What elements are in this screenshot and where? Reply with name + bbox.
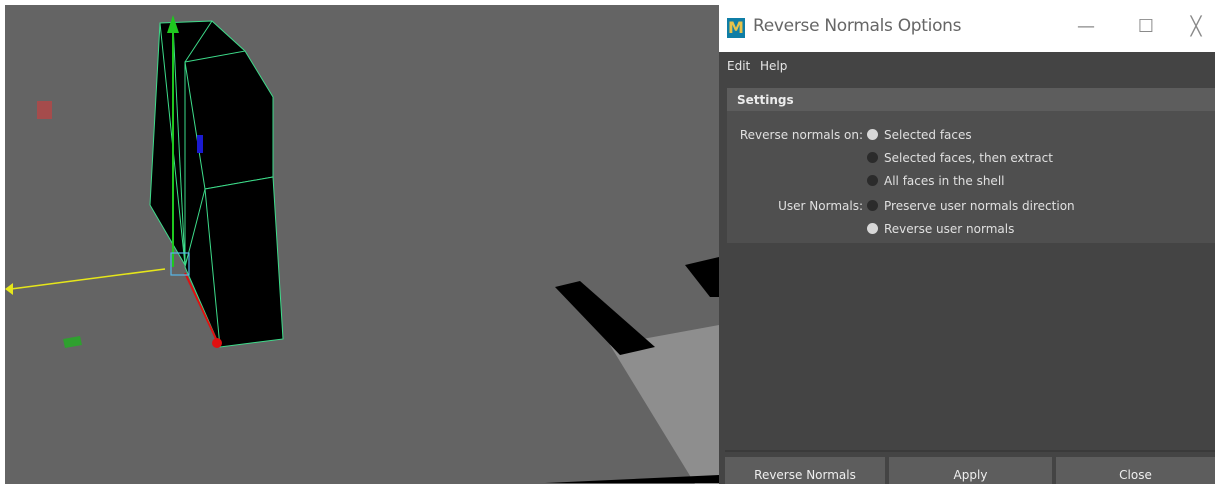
maya-logo-icon: M: [727, 18, 745, 38]
separator: [725, 450, 1215, 452]
user-normals-label: User Normals:: [778, 199, 863, 213]
reverse-normals-button[interactable]: Reverse Normals: [725, 457, 885, 484]
menu-bar: Edit Help: [719, 52, 1215, 82]
reverse-normals-on-label: Reverse normals on:: [739, 128, 863, 142]
radio-reverse-user-normals[interactable]: [867, 223, 878, 234]
close-window-button[interactable]: ╳: [1181, 14, 1211, 40]
reverse-normals-options-dialog: M Reverse Normals Options — ☐ ╳ Edit Hel…: [719, 0, 1215, 484]
radio-label-reverse-user-normals[interactable]: Reverse user normals: [884, 222, 1014, 236]
black-bar-shape: [555, 281, 655, 355]
menu-help[interactable]: Help: [760, 59, 787, 73]
radio-all-faces-in-shell[interactable]: [867, 175, 878, 186]
radio-label-preserve-user-normals[interactable]: Preserve user normals direction: [884, 199, 1075, 213]
apply-button[interactable]: Apply: [889, 457, 1052, 484]
radio-preserve-user-normals[interactable]: [867, 200, 878, 211]
radio-label-selected-faces-then-extract[interactable]: Selected faces, then extract: [884, 151, 1053, 165]
minimize-button[interactable]: —: [1071, 14, 1101, 40]
settings-title: Settings: [737, 93, 794, 107]
plane-handle-green[interactable]: [63, 336, 82, 348]
settings-section: Reverse normals on: Selected faces Selec…: [727, 111, 1215, 243]
title-bar[interactable]: M Reverse Normals Options — ☐ ╳: [719, 0, 1215, 52]
menu-edit[interactable]: Edit: [727, 59, 750, 73]
radio-selected-faces[interactable]: [867, 129, 878, 140]
x-axis-arrow[interactable]: [5, 283, 13, 295]
close-button[interactable]: Close: [1056, 457, 1215, 484]
maximize-button[interactable]: ☐: [1131, 14, 1161, 40]
dark-edge-shape: [545, 475, 719, 483]
options-content: Settings Reverse normals on: Selected fa…: [725, 86, 1215, 450]
black-bar-shape-2: [685, 257, 719, 297]
plane-handle-red[interactable]: [37, 101, 52, 119]
radio-label-selected-faces[interactable]: Selected faces: [884, 128, 972, 142]
selected-mesh[interactable]: [149, 20, 284, 348]
window-title: Reverse Normals Options: [753, 16, 962, 36]
viewport-scene: [5, 15, 719, 484]
settings-section-header[interactable]: Settings: [727, 88, 1215, 111]
radio-selected-faces-then-extract[interactable]: [867, 152, 878, 163]
radio-label-all-faces-in-shell[interactable]: All faces in the shell: [884, 174, 1005, 188]
z-axis-hint: [197, 135, 203, 153]
z-axis-handle[interactable]: [212, 338, 222, 348]
3d-viewport[interactable]: [5, 5, 719, 484]
